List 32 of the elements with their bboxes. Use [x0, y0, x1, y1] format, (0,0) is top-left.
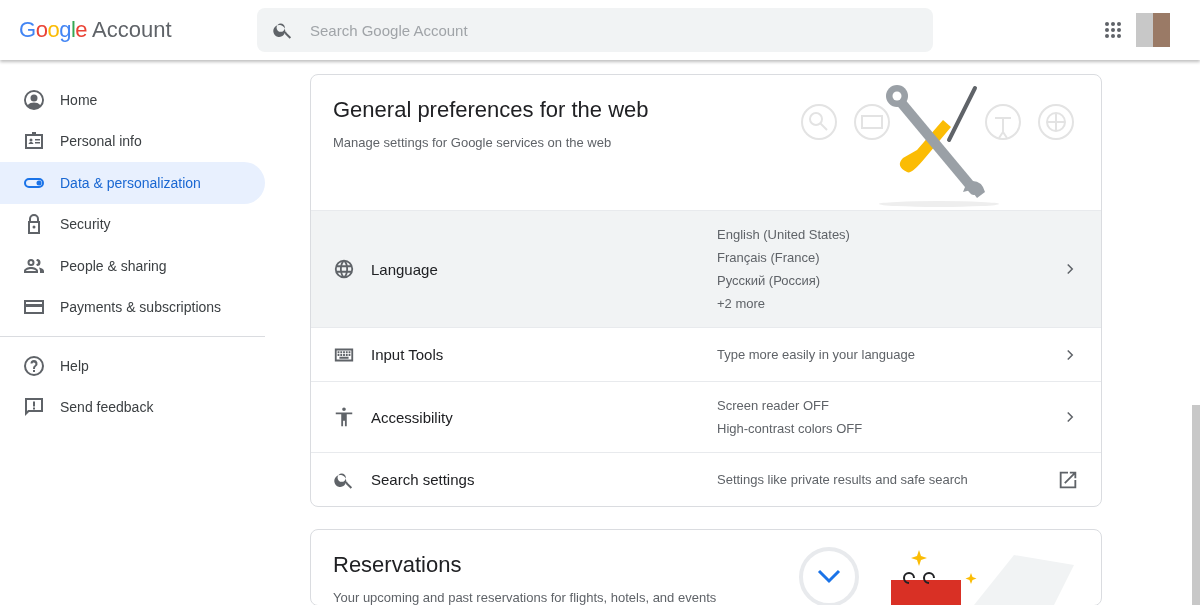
- card-title: General preferences for the web: [333, 97, 649, 123]
- google-account-logo[interactable]: Google Account: [0, 17, 257, 43]
- settings-row[interactable]: Input Tools Type more easily in your language: [311, 327, 1101, 381]
- apps-grid-icon[interactable]: [1104, 21, 1122, 39]
- setting-value: +2 more: [717, 295, 767, 312]
- sidebar-item[interactable]: Send feedback: [0, 386, 265, 428]
- sidebar-item[interactable]: Security: [0, 203, 265, 245]
- settings-row[interactable]: Language English (United States) Français (France) Русский (Россия) +2 more: [311, 210, 1101, 327]
- sidebar-item[interactable]: Home: [0, 79, 265, 121]
- card-title: Reservations: [333, 552, 463, 578]
- settings-row[interactable]: Search settings Settings like private results and safe search: [311, 452, 1101, 506]
- setting-value: Screen reader OFF: [717, 397, 830, 414]
- scrollbar[interactable]: [1192, 405, 1200, 605]
- search-field[interactable]: Search Google Account: [257, 8, 933, 52]
- sidebar-item[interactable]: Payments & subscriptions: [0, 286, 265, 328]
- sidebar-item[interactable]: Data & personalization: [0, 162, 265, 204]
- settings-row[interactable]: Accessibility Screen reader OFF High-contrast colors OFF: [311, 381, 1101, 452]
- setting-value: Type more easily in your language: [717, 346, 916, 363]
- sidebar-item[interactable]: Help: [0, 345, 265, 387]
- setting-value: Français (France): [717, 249, 821, 266]
- setting-value: English (United States): [717, 226, 851, 243]
- globe-icon: [333, 258, 355, 280]
- avatar[interactable]: [1136, 13, 1170, 47]
- card-subtitle: Your upcoming and past reservations for flights, hotels, and events: [333, 590, 717, 605]
- sidebar-item[interactable]: People & sharing: [0, 245, 265, 287]
- sidebar-item[interactable]: Personal info: [0, 120, 265, 162]
- help-icon: [22, 353, 46, 378]
- accessibility-icon: [333, 406, 355, 428]
- card-subtitle: Manage settings for Google services on the web: [333, 135, 613, 150]
- setting-value: High-contrast colors OFF: [717, 420, 864, 437]
- setting-value: Русский (Россия): [717, 272, 822, 289]
- setting-value: Settings like private results and safe search: [717, 471, 969, 488]
